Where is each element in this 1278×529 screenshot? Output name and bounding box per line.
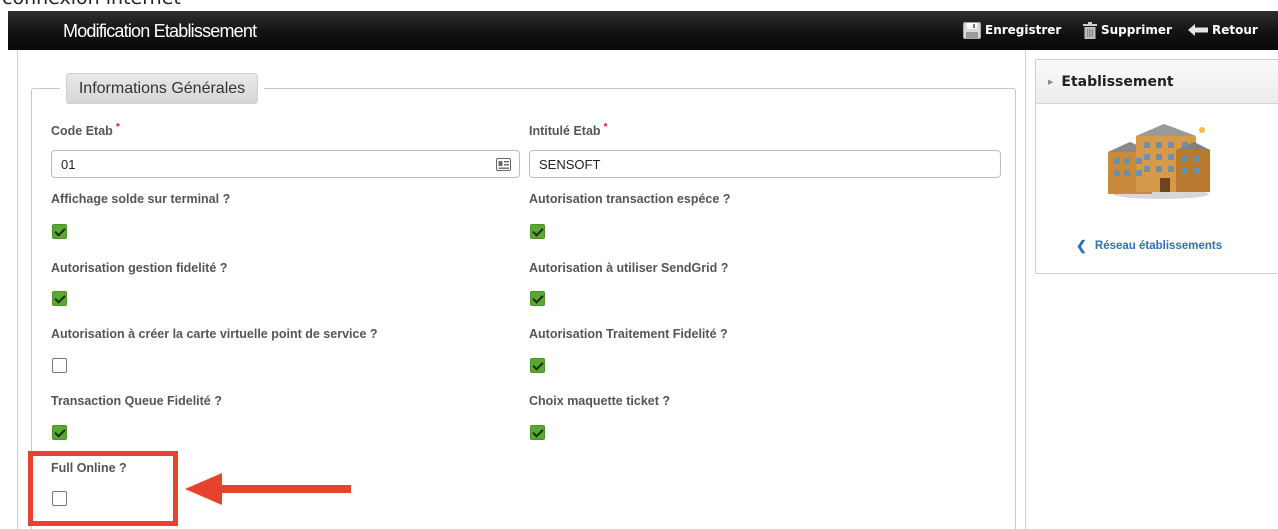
checkbox-traitement-fidelite[interactable] xyxy=(530,358,545,373)
required-mark: * xyxy=(115,122,120,133)
checkbox-carte-virtuelle[interactable] xyxy=(52,358,67,373)
caret-right-icon: ▶ xyxy=(1048,77,1054,86)
code-etab-label: Code Etab * xyxy=(51,122,120,138)
option-label-gestion-fidelite: Autorisation gestion fidelité ? xyxy=(51,261,228,275)
reseau-etablissements-label: Réseau établissements xyxy=(1094,240,1223,252)
id-card-icon xyxy=(496,158,511,171)
trash-icon xyxy=(1083,21,1097,39)
checkbox-transaction-espece[interactable] xyxy=(530,224,545,239)
arrow-left-icon xyxy=(1188,24,1208,36)
intitule-etab-input[interactable]: SENSOFT xyxy=(529,150,1001,178)
option-label-transaction-espece: Autorisation transaction espéce ? xyxy=(529,192,731,206)
delete-label: Supprimer xyxy=(1101,23,1172,37)
checkbox-affichage-solde[interactable] xyxy=(52,224,67,239)
panel-title: Etablissement xyxy=(1061,73,1174,90)
option-label-affichage-solde: Affichage solde sur terminal ? xyxy=(51,192,231,206)
option-label-carte-virtuelle: Autorisation à créer la carte virtuelle … xyxy=(51,327,378,341)
checkbox-queue-fidelite[interactable] xyxy=(52,425,67,440)
intitule-etab-value: SENSOFT xyxy=(539,156,601,172)
building-icon xyxy=(1108,124,1210,199)
code-etab-input[interactable]: 01 xyxy=(51,150,520,178)
page-title: Modification Etablissement xyxy=(63,21,257,41)
etablissement-panel: ▶ Etablissement ❮ Réseau établissements xyxy=(1035,59,1278,274)
required-mark: * xyxy=(603,122,608,133)
checkbox-gestion-fidelite[interactable] xyxy=(52,291,67,306)
chevron-left-icon: ❮ xyxy=(1076,238,1087,253)
code-etab-value: 01 xyxy=(61,156,76,172)
option-label-traitement-fidelite: Autorisation Traitement Fidelité ? xyxy=(529,327,728,341)
checkbox-sendgrid[interactable] xyxy=(530,291,545,306)
back-button[interactable]: Retour xyxy=(1188,20,1258,40)
annotation-arrow-icon xyxy=(185,473,351,505)
option-label-queue-fidelite: Transaction Queue Fidelité ? xyxy=(51,394,222,408)
save-button[interactable]: Enregistrer xyxy=(963,20,1061,40)
checkbox-maquette-ticket[interactable] xyxy=(530,425,545,440)
intitule-etab-label: Intitulé Etab * xyxy=(529,122,608,138)
panel-header: ▶ Etablissement xyxy=(1036,60,1278,104)
back-label: Retour xyxy=(1212,23,1258,37)
option-label-maquette-ticket: Choix maquette ticket ? xyxy=(529,394,670,408)
page-top-text: connexion internet xyxy=(0,0,181,11)
title-bar: Modification Etablissement Enregistrer S… xyxy=(8,11,1278,50)
highlight-box xyxy=(28,451,178,526)
option-label-sendgrid: Autorisation à utiliser SendGrid ? xyxy=(529,261,729,275)
floppy-disk-icon xyxy=(963,21,981,39)
fieldset-legend: Informations Générales xyxy=(66,73,258,104)
save-label: Enregistrer xyxy=(985,23,1062,37)
delete-button[interactable]: Supprimer xyxy=(1083,20,1172,40)
reseau-etablissements-link[interactable]: ❮ Réseau établissements xyxy=(1076,238,1222,254)
